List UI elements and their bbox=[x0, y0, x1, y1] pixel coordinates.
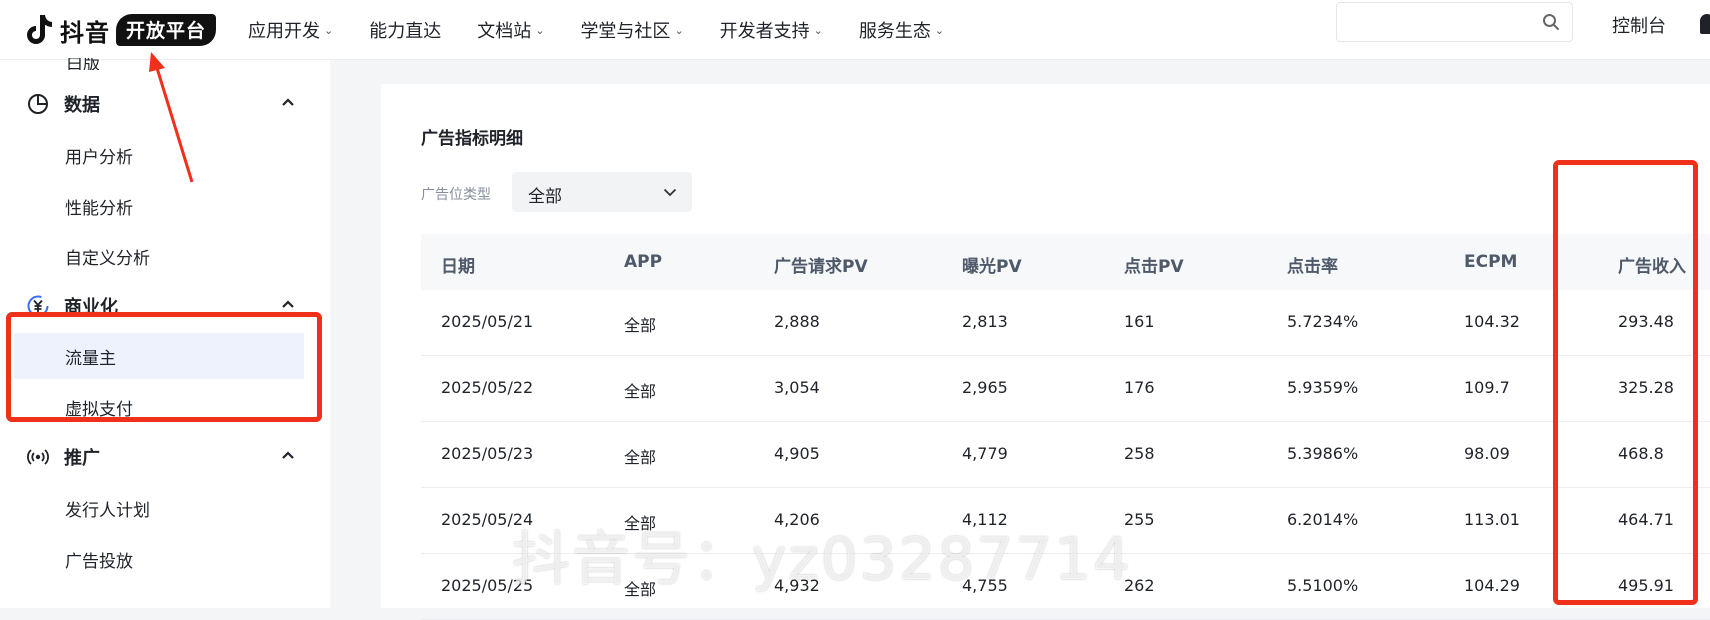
logo-text: 抖音 bbox=[60, 18, 110, 47]
cell-ecpm: 109.7 bbox=[1464, 378, 1510, 397]
nav-label: 文档站 bbox=[477, 21, 532, 42]
table-header: 日期 APP 广告请求PV 曝光PV 点击PV 点击率 ECPM 广告收入 bbox=[421, 234, 1710, 290]
column-header: 广告请求PV bbox=[774, 257, 868, 277]
sidebar-item-ad-delivery[interactable]: 广告投放 bbox=[14, 536, 304, 582]
cell-date: 2025/05/22 bbox=[441, 378, 534, 397]
cell-exposure-pv: 2,813 bbox=[962, 312, 1008, 331]
nav-label: 学堂与社区 bbox=[580, 21, 671, 42]
chevron-down-icon: ⌄ bbox=[674, 23, 684, 37]
nav-item-docs[interactable]: 文档站 ⌄ bbox=[477, 17, 544, 43]
nav-label: 应用开发 bbox=[248, 21, 320, 42]
chevron-down-icon: ⌄ bbox=[324, 23, 334, 37]
nav-item-support[interactable]: 开发者支持 ⌄ bbox=[720, 17, 823, 43]
watermark-text: 抖音号：yz03287714 bbox=[512, 525, 1132, 593]
douyin-note-icon bbox=[27, 15, 52, 44]
nav-label: 开发者支持 bbox=[719, 21, 810, 42]
annotation-arrow bbox=[149, 52, 194, 183]
sidebar-group-label: 数据 bbox=[64, 95, 100, 116]
column-header: 曝光PV bbox=[962, 257, 1022, 277]
chevron-down-icon: ⌄ bbox=[934, 23, 945, 37]
chevron-down-icon bbox=[663, 188, 677, 197]
cell-ecpm: 98.09 bbox=[1464, 444, 1510, 463]
filter-label: 广告位类型 bbox=[421, 187, 491, 203]
chevron-down-icon: ⌄ bbox=[813, 23, 823, 37]
cell-date: 2025/05/21 bbox=[441, 312, 534, 331]
broadcast-icon bbox=[27, 449, 49, 465]
cell-ecpm: 113.01 bbox=[1464, 510, 1520, 529]
cell-exposure-pv: 2,965 bbox=[962, 378, 1008, 397]
nav-label: 服务生态 bbox=[858, 21, 931, 42]
column-header: 日期 bbox=[441, 257, 475, 277]
douyin-logo[interactable]: 抖音 开放平台 bbox=[24, 8, 217, 52]
chevron-up-icon[interactable] bbox=[280, 296, 296, 312]
cell-click-pv: 161 bbox=[1124, 312, 1155, 331]
table-row: 2025/05/21 全部 2,888 2,813 161 5.7234% 10… bbox=[421, 290, 1710, 356]
select-value: 全部 bbox=[528, 187, 562, 207]
cell-ctr: 5.7234% bbox=[1287, 312, 1359, 331]
chevron-up-icon[interactable] bbox=[280, 94, 296, 110]
cell-app: 全部 bbox=[624, 448, 657, 467]
annotation-box-ad-revenue bbox=[1553, 160, 1698, 605]
chevron-down-icon: ⌄ bbox=[535, 23, 545, 37]
column-header: 点击PV bbox=[1124, 257, 1184, 277]
sidebar-item-publisher-plan[interactable]: 发行人计划 bbox=[14, 485, 304, 531]
cell-ecpm: 104.29 bbox=[1464, 576, 1520, 595]
nav-item-ecosystem[interactable]: 服务生态 ⌄ bbox=[859, 17, 944, 43]
cell-click-pv: 176 bbox=[1124, 378, 1155, 397]
logo-platform-badge: 开放平台 bbox=[116, 14, 217, 46]
cell-date: 2025/05/23 bbox=[441, 444, 534, 463]
cell-request-pv: 4,905 bbox=[774, 444, 820, 463]
cell-ctr: 6.2014% bbox=[1287, 510, 1359, 529]
cell-click-pv: 258 bbox=[1124, 444, 1155, 463]
cell-request-pv: 2,888 bbox=[774, 312, 820, 331]
cell-ctr: 5.9359% bbox=[1287, 378, 1359, 397]
column-header: ECPM bbox=[1464, 252, 1518, 272]
sidebar-group-label: 推广 bbox=[64, 448, 100, 469]
bell-icon[interactable] bbox=[1700, 14, 1710, 34]
nav-item-academy[interactable]: 学堂与社区 ⌄ bbox=[580, 17, 683, 43]
cell-exposure-pv: 4,779 bbox=[962, 444, 1008, 463]
nav-label: 能力直达 bbox=[369, 21, 442, 42]
sidebar-item-cut[interactable]: 白版 bbox=[66, 58, 100, 70]
cell-request-pv: 3,054 bbox=[774, 378, 820, 397]
nav-item-app-dev[interactable]: 应用开发 ⌄ bbox=[248, 17, 333, 43]
search-input[interactable] bbox=[1336, 2, 1573, 42]
table-row: 2025/05/23 全部 4,905 4,779 258 5.3986% 98… bbox=[421, 422, 1710, 488]
table-row: 2025/05/22 全部 3,054 2,965 176 5.9359% 10… bbox=[421, 356, 1710, 422]
cell-ctr: 5.5100% bbox=[1287, 576, 1359, 595]
ad-slot-type-select[interactable]: 全部 bbox=[512, 172, 692, 212]
search-icon[interactable] bbox=[1542, 13, 1560, 31]
cell-app: 全部 bbox=[624, 316, 657, 335]
chevron-up-icon[interactable] bbox=[280, 447, 296, 463]
sidebar-item-perf-analysis[interactable]: 性能分析 bbox=[14, 183, 304, 229]
nav-item-capability[interactable]: 能力直达 bbox=[369, 17, 441, 43]
column-header: APP bbox=[624, 252, 663, 272]
page-title: 广告指标明细 bbox=[421, 129, 523, 149]
sidebar-item-custom-analysis[interactable]: 自定义分析 bbox=[14, 233, 304, 279]
top-nav-bar: 抖音 开放平台 应用开发 ⌄ 能力直达 文档站 ⌄ 学堂与社区 ⌄ 开发者支持 ⌄ 服务… bbox=[0, 0, 1710, 60]
console-link[interactable]: 控制台 bbox=[1612, 12, 1666, 38]
annotation-box-monetization bbox=[6, 312, 322, 422]
main-nav: 应用开发 ⌄ 能力直达 文档站 ⌄ 学堂与社区 ⌄ 开发者支持 ⌄ 服务生态 ⌄ bbox=[248, 0, 980, 60]
sidebar-group-promotion[interactable]: 推广 bbox=[26, 439, 296, 475]
pie-chart-icon bbox=[28, 94, 48, 114]
cell-ecpm: 104.32 bbox=[1464, 312, 1520, 331]
cell-ctr: 5.3986% bbox=[1287, 444, 1359, 463]
column-header: 点击率 bbox=[1287, 257, 1338, 277]
cell-app: 全部 bbox=[624, 382, 657, 401]
